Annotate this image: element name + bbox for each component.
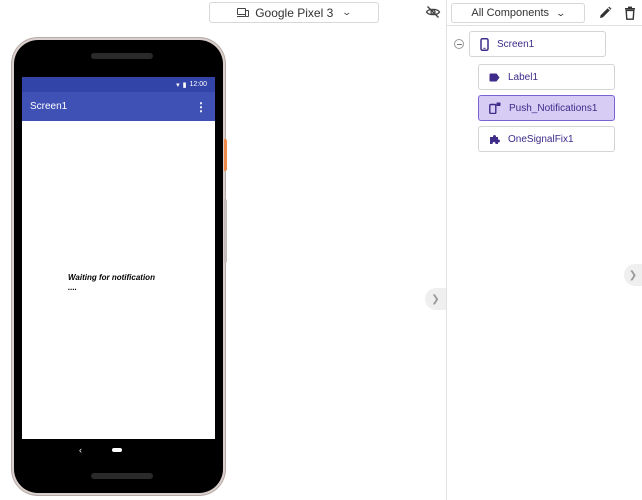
battery-icon: ▮ [182,81,187,89]
phone-mockup: ▾ ▮ 12:00 Screen1 ⋮ Waiting for notifica… [14,40,223,493]
eye-off-icon[interactable] [425,4,441,20]
app-bar: Screen1 ⋮ [22,92,215,121]
device-selector-label: Google Pixel 3 [255,5,334,20]
nav-back-icon: ‹ [79,445,82,455]
label1-text[interactable]: Waiting for notification .... [68,273,155,293]
device-selector[interactable]: Google Pixel 3 ⌄ [209,2,379,23]
components-panel: All Components ⌄ Screen1 Label1 Push_Not… [447,0,642,500]
tree-node-label: Screen1 [497,38,535,50]
phone-volume-button [224,199,227,263]
tree-node-label: Label1 [508,71,539,83]
tree-node-push-notifications1[interactable]: Push_Notifications1 [478,95,615,121]
tree-node-label: OneSignalFix1 [508,133,574,145]
viewer-panel: Google Pixel 3 ⌄ ▾ ▮ 12:00 Screen1 ⋮ Wai… [0,0,446,500]
tree-node-label: Push_Notifications1 [509,102,598,114]
phone-screen-icon [480,37,489,51]
screen-title: Screen1 [30,101,68,112]
status-time: 12:00 [189,81,207,88]
phone-speaker-bottom [91,473,153,479]
components-filter-dropdown[interactable]: All Components ⌄ [451,3,585,23]
device-icon [237,7,250,17]
tree-node-onesignalfix1[interactable]: OneSignalFix1 [478,126,615,152]
push-notification-icon [489,102,501,114]
pencil-icon[interactable] [598,6,612,20]
tree-node-screen1[interactable]: Screen1 [469,31,606,57]
android-nav-bar: ‹ [22,439,215,461]
chevron-down-icon: ⌄ [341,7,353,17]
label-tag-icon [489,73,500,81]
puzzle-extension-icon [490,134,500,144]
status-bar: ▾ ▮ 12:00 [22,77,215,92]
components-filter-label: All Components [471,7,550,19]
phone-power-button [224,139,227,171]
trash-icon[interactable] [624,6,636,20]
nav-home-icon [112,448,122,452]
phone-screen: ▾ ▮ 12:00 Screen1 ⋮ Waiting for notifica… [22,77,215,461]
chevron-right-icon[interactable]: ❯ [425,288,446,310]
tree-node-label1[interactable]: Label1 [478,64,615,90]
designer-root: Google Pixel 3 ⌄ ▾ ▮ 12:00 Screen1 ⋮ Wai… [0,0,642,500]
chevron-down-icon: ⌄ [555,7,567,18]
chevron-right-icon[interactable]: ❯ [624,264,642,286]
wifi-icon: ▾ [176,81,180,89]
overflow-menu-icon[interactable]: ⋮ [195,101,207,113]
screen-content: Waiting for notification .... [22,121,215,439]
phone-speaker-top [91,53,153,59]
components-toolbar: All Components ⌄ [447,0,642,26]
tree-collapse-toggle[interactable] [454,39,464,49]
